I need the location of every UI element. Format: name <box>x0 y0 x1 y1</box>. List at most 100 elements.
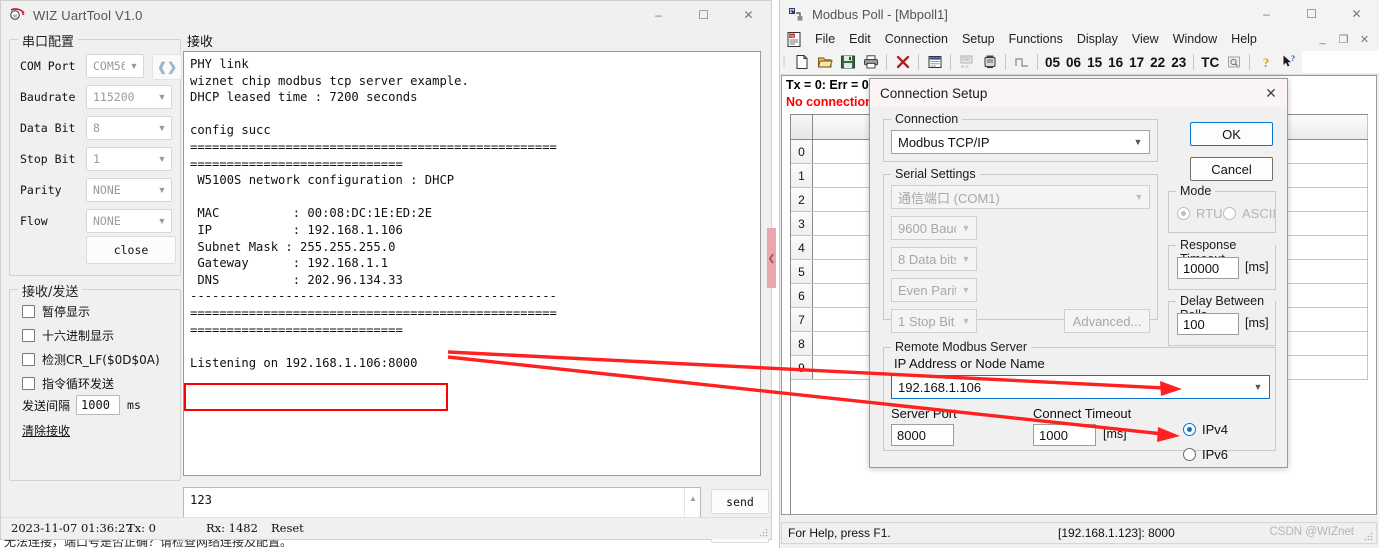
delay-between-polls-input[interactable]: 100 <box>1177 313 1239 335</box>
checkbox-label: 指令循环发送 <box>42 376 115 391</box>
mdi-document-icon[interactable]: POC <box>786 31 803 48</box>
modbus-minimize-button[interactable]: – <box>1244 0 1289 28</box>
delete-icon[interactable] <box>891 51 914 73</box>
menu-setup[interactable]: Setup <box>955 28 1002 50</box>
mdi-close-button[interactable]: ✕ <box>1354 29 1375 49</box>
menu-file[interactable]: File <box>808 28 842 50</box>
uart-minimize-button[interactable]: – <box>636 1 681 29</box>
chevron-down-icon: ▼ <box>157 153 167 164</box>
row-index: 6 <box>791 284 813 307</box>
context-help-icon[interactable]: ? <box>1277 51 1300 73</box>
function-code-22[interactable]: 22 <box>1147 55 1168 70</box>
pulse-icon[interactable] <box>1010 51 1033 73</box>
tc-window-icon[interactable] <box>1222 51 1245 73</box>
menu-view[interactable]: View <box>1125 28 1166 50</box>
collapse-left-icon: ❮ <box>767 252 776 263</box>
dialog-stop-bit-select: 1 Stop Bit ▼ <box>891 309 977 333</box>
read-write-definition-icon[interactable] <box>923 51 946 73</box>
data-bit-select[interactable]: 8 ▼ <box>86 116 172 140</box>
scroll-up-icon[interactable]: ▲ <box>685 490 701 506</box>
status-reset-link[interactable]: Reset <box>271 521 304 535</box>
menu-connection[interactable]: Connection <box>878 28 955 50</box>
listening-highlight-box <box>184 383 448 411</box>
menu-functions[interactable]: Functions <box>1002 28 1070 50</box>
uart-status-bar: 2023-11-07 01:36:27 Tx: 0 Rx: 1482 Reset <box>1 517 771 539</box>
connect-timeout-value: 1000 <box>1039 427 1068 443</box>
mdi-minimize-button[interactable]: _ <box>1312 29 1333 49</box>
server-port-input[interactable]: 8000 <box>891 424 954 446</box>
uart-close-button[interactable]: ✕ <box>726 1 771 29</box>
clear-receive-link[interactable]: 清除接收 <box>22 422 70 439</box>
help-key-icon[interactable]: ? <box>1254 51 1277 73</box>
ok-button[interactable]: OK <box>1190 122 1273 146</box>
modbus-close-button[interactable]: ✕ <box>1334 0 1379 28</box>
uart-maximize-button[interactable]: ☐ <box>681 1 726 29</box>
ip-address-input[interactable]: 192.168.1.106 ▼ <box>891 375 1270 399</box>
save-icon[interactable] <box>836 51 859 73</box>
modbus-window-controls: – ☐ ✕ <box>1244 0 1379 28</box>
radio-ascii-label: ASCII <box>1242 206 1276 221</box>
send-interval-input[interactable]: 1000 <box>76 395 121 415</box>
modbus-maximize-button[interactable]: ☐ <box>1289 0 1334 28</box>
field-flow: Flow NONE ▼ <box>20 209 172 233</box>
print-icon[interactable] <box>859 51 882 73</box>
collapse-left-pane-handle[interactable]: ❮ <box>767 228 776 288</box>
baudrate-value: 115200 <box>93 90 135 104</box>
mdi-child-controls: _ ❐ ✕ <box>1312 28 1375 50</box>
parity-select[interactable]: NONE ▼ <box>86 178 172 202</box>
function-code-16[interactable]: 16 <box>1105 55 1126 70</box>
resize-grip-icon[interactable] <box>1363 530 1373 541</box>
open-icon[interactable] <box>813 51 836 73</box>
checkbox-pause-display[interactable]: 暂停显示 <box>22 302 90 320</box>
send-button[interactable]: send <box>711 489 769 514</box>
checkbox-hex-display[interactable]: 十六进制显示 <box>22 326 114 344</box>
com-port-select[interactable]: COM56 ▼ <box>86 54 144 78</box>
connection-type-select[interactable]: Modbus TCP/IP ▼ <box>891 130 1150 154</box>
cancel-button[interactable]: Cancel <box>1190 157 1273 181</box>
radio-ipv4[interactable]: IPv4 <box>1183 422 1228 437</box>
function-code-06[interactable]: 06 <box>1063 55 1084 70</box>
close-icon[interactable]: ✕ <box>1259 82 1283 104</box>
connect-timeout-input[interactable]: 1000 <box>1033 424 1096 446</box>
function-code-15[interactable]: 15 <box>1084 55 1105 70</box>
function-code-17[interactable]: 17 <box>1126 55 1147 70</box>
response-timeout-input[interactable]: 10000 <box>1177 257 1239 279</box>
toolbar-separator <box>918 54 919 70</box>
menu-display[interactable]: Display <box>1070 28 1125 50</box>
function-code-05[interactable]: 05 <box>1042 55 1063 70</box>
close-port-button[interactable]: close <box>86 236 176 264</box>
menu-edit[interactable]: Edit <box>842 28 878 50</box>
new-icon[interactable] <box>790 51 813 73</box>
modbus-toolbar: 05 06 15 16 17 22 23 TC ? ? <box>780 50 1379 75</box>
checkbox-icon <box>22 376 35 390</box>
row-index: 7 <box>791 308 813 331</box>
toolbar-separator <box>886 54 887 70</box>
server-port-value: 8000 <box>897 427 926 443</box>
function-code-23[interactable]: 23 <box>1168 55 1189 70</box>
menu-window[interactable]: Window <box>1166 28 1224 50</box>
remote-server-legend: Remote Modbus Server <box>891 340 1032 354</box>
tc-button[interactable]: TC <box>1198 55 1222 70</box>
poll-icon[interactable] <box>955 51 978 73</box>
stop-bit-select[interactable]: 1 ▼ <box>86 147 172 171</box>
toolbar-grip-icon[interactable] <box>782 54 788 71</box>
status-timestamp: 2023-11-07 01:36:27 <box>11 521 133 535</box>
radio-rtu: RTU <box>1177 206 1222 221</box>
chevron-down-icon: ▼ <box>961 285 971 295</box>
receive-textarea[interactable]: PHY link wiznet chip modbus tcp server e… <box>183 51 761 476</box>
resize-grip-icon[interactable] <box>758 526 768 537</box>
checkbox-detect-crlf[interactable]: 检测CR_LF($0D$0A) <box>22 350 160 368</box>
mdi-restore-button[interactable]: ❐ <box>1333 29 1354 49</box>
radio-ipv6[interactable]: IPv6 <box>1183 447 1228 462</box>
refresh-ports-button[interactable]: ❰❯ <box>152 54 182 80</box>
toolbar-separator <box>1005 54 1006 70</box>
checkbox-loop-send[interactable]: 指令循环发送 <box>22 374 114 392</box>
flow-select[interactable]: NONE ▼ <box>86 209 172 233</box>
delay-between-polls-group: Delay Between Polls 100 [ms] <box>1168 294 1276 346</box>
device-icon[interactable] <box>978 51 1001 73</box>
ip-address-label: IP Address or Node Name <box>894 356 1045 371</box>
chevron-down-icon[interactable]: ▼ <box>1247 382 1269 392</box>
baudrate-select[interactable]: 115200 ▼ <box>86 85 172 109</box>
menu-help[interactable]: Help <box>1224 28 1264 50</box>
dialog-baud-select: 9600 Baud ▼ <box>891 216 977 240</box>
